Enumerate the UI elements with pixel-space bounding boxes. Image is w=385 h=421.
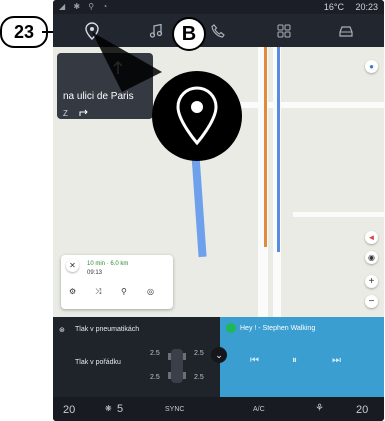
voice-button[interactable]: ●	[365, 60, 378, 73]
ac-button[interactable]: A/C	[253, 406, 265, 413]
recenter-button[interactable]: ◉	[365, 251, 378, 264]
widget-row: ⊛ Tlak v pneumatikách Tlak v pořádku 2.5…	[53, 317, 384, 397]
media-track: Hey ! - Stephen Walking	[240, 325, 316, 332]
fan-icon: ❋	[105, 404, 112, 413]
phone-icon	[211, 24, 225, 38]
location-pin-icon[interactable]: ◎	[147, 287, 154, 296]
previous-track-icon[interactable]: ⏮	[250, 355, 259, 366]
callout-23: 23	[0, 16, 48, 48]
settings-icon[interactable]: ⚙	[69, 287, 76, 296]
pause-icon[interactable]: ⏸	[292, 355, 297, 366]
close-route-button[interactable]: ✕	[66, 259, 79, 272]
music-app-icon	[226, 323, 236, 333]
route-eta: 09:13	[87, 270, 103, 276]
tire-panel-title: Tlak v pneumatikách	[75, 326, 140, 333]
chevron-down-icon: ⌄	[215, 349, 223, 360]
car-icon	[339, 26, 353, 37]
left-temperature[interactable]: 20	[63, 404, 75, 416]
microphone-icon: ●	[369, 62, 374, 71]
plus-icon: +	[368, 276, 375, 287]
climate-bar: 20 ❋ 5 SYNC A/C ⚘ 20	[53, 397, 384, 421]
tire-rear-left: 2.5	[150, 374, 160, 381]
tire-status: Tlak v pořádku	[75, 359, 121, 366]
media-widget[interactable]: Hey ! - Stephen Walking ⏮ ⏸ ⏭	[220, 317, 384, 397]
callout-b: B	[172, 17, 206, 51]
apps-grid-icon	[277, 24, 291, 38]
right-temperature[interactable]: 20	[356, 404, 368, 416]
route-options-icon[interactable]: ⤨	[95, 287, 101, 297]
recenter-icon: ◉	[368, 253, 375, 262]
seat-heat-icon[interactable]: ⚘	[315, 403, 324, 414]
route-line	[264, 47, 267, 247]
tire-front-right: 2.5	[194, 350, 204, 357]
next-track-icon[interactable]: ⏭	[332, 355, 341, 366]
tire-warning-icon: ⊛	[59, 327, 65, 334]
compass-icon: ◄	[367, 233, 376, 242]
nav-vehicle[interactable]	[333, 18, 359, 44]
nav-apps[interactable]	[271, 18, 297, 44]
zoom-in-button[interactable]: +	[365, 275, 378, 288]
sync-button[interactable]: SYNC	[165, 406, 184, 413]
route-card[interactable]: ✕ 10 min · 6.0 km 09:13 ⚙ ⤨ ⚲ ◎	[61, 255, 173, 309]
expand-widgets-button[interactable]: ⌄	[211, 347, 227, 363]
car-top-view-icon	[168, 349, 186, 383]
search-icon[interactable]: ⚲	[121, 287, 127, 296]
close-icon: ✕	[69, 261, 76, 270]
minus-icon: −	[368, 296, 375, 307]
status-icons: ◢ ✱ ⚲ ◔	[59, 2, 111, 11]
temperature: 16°C	[323, 2, 344, 12]
route-summary: 10 min · 6.0 km	[87, 261, 129, 267]
fan-speed[interactable]: 5	[117, 403, 123, 415]
status-bar: ◢ ✱ ⚲ ◔ 16°C 20:23	[53, 0, 384, 14]
tire-front-left: 2.5	[150, 350, 160, 357]
zoom-out-button[interactable]: −	[365, 295, 378, 308]
guidance-next: Z	[63, 109, 68, 118]
nav-phone[interactable]	[205, 18, 231, 44]
clock: 20:23	[355, 2, 378, 12]
route-line	[277, 47, 280, 252]
tire-pressure-widget[interactable]: ⊛ Tlak v pneumatikách Tlak v pořádku 2.5…	[53, 317, 218, 397]
map-road	[293, 212, 384, 217]
tire-rear-right: 2.5	[194, 374, 204, 381]
map-mode-button[interactable]: ◄	[365, 231, 378, 244]
turn-right-icon	[79, 109, 88, 116]
